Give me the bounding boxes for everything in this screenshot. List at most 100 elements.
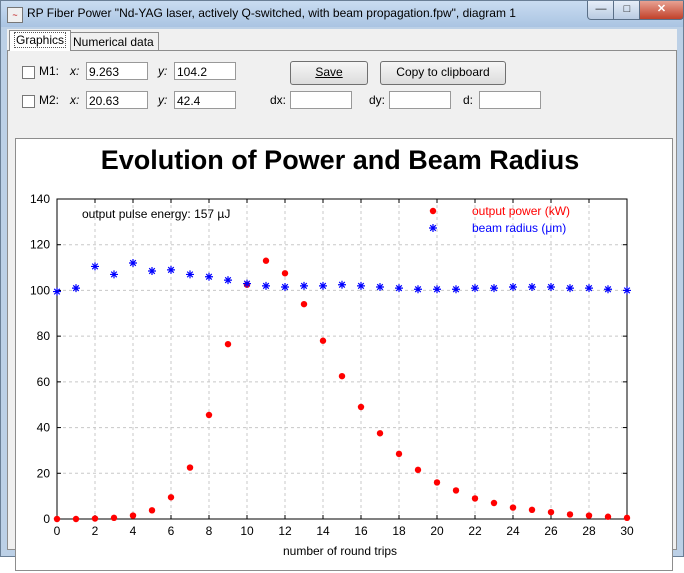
save-button[interactable]: Save	[290, 61, 368, 85]
x-tick-label: 28	[582, 524, 596, 538]
x-tick-label: 10	[240, 524, 254, 538]
output-power-point	[547, 508, 555, 516]
tab-graphics[interactable]: Graphics	[9, 30, 72, 51]
output-power-point	[129, 512, 137, 519]
beam-radius-point	[376, 283, 384, 291]
d-label: d:	[463, 93, 474, 107]
beam-radius-point	[433, 285, 441, 294]
beam-radius-point	[338, 280, 346, 289]
x-tick-label: 22	[468, 524, 482, 538]
x-tick-label: 12	[278, 524, 292, 538]
beam-radius-point	[129, 259, 137, 267]
x-tick-label: 4	[130, 524, 137, 538]
tab-numerical-data[interactable]: Numerical data	[68, 32, 159, 51]
m2-y-label: y:	[158, 93, 168, 107]
beam-radius-point	[205, 272, 213, 281]
y-tick-label: 0	[43, 512, 50, 526]
m1-checkbox[interactable]	[22, 66, 35, 79]
m2-checkbox[interactable]	[22, 95, 35, 108]
output-power-point	[262, 257, 270, 264]
x-tick-label: 20	[430, 524, 444, 538]
output-power-point	[376, 430, 384, 437]
output-power-point	[91, 515, 99, 522]
chart-title: Evolution of Power and Beam Radius	[101, 145, 580, 175]
minimize-button[interactable]: —	[587, 1, 615, 20]
beam-radius-point	[167, 265, 175, 274]
y-tick-label: 140	[30, 192, 50, 206]
output-power-point	[604, 513, 612, 520]
chart-svg[interactable]: Evolution of Power and Beam Radius 0 24 6 8…	[16, 139, 672, 570]
energy-annotation: output pulse energy: 157 µJ	[82, 207, 230, 221]
beam-radius-point	[547, 283, 555, 291]
save-button-label: Save	[315, 65, 343, 79]
beam-radius-point	[281, 283, 289, 291]
chart-area[interactable]: Evolution of Power and Beam Radius 0 24 6 8…	[15, 138, 673, 571]
beam-radius-point	[319, 281, 327, 290]
output-power-point	[281, 270, 289, 277]
ticks-layer: 0 2 4 6 8 10 12 14 16 18 20 22 24 26 28 300204060801001…	[30, 192, 634, 538]
beam-radius-point	[566, 284, 574, 293]
beam-radius-point	[148, 267, 156, 275]
dy-field[interactable]	[389, 91, 451, 109]
output-power-point	[300, 300, 308, 308]
app-window: ~ RP Fiber Power "Nd-YAG laser, actively…	[0, 0, 684, 571]
output-power-point	[395, 450, 403, 458]
m1-x-field[interactable]: 9.263	[86, 62, 148, 80]
output-power-point	[167, 494, 175, 501]
m1-y-field[interactable]: 104.2	[174, 62, 236, 80]
x-tick-label: 16	[354, 524, 368, 538]
output-power-point	[490, 499, 498, 507]
beam-radius-point	[471, 284, 479, 293]
output-power-point	[148, 507, 156, 514]
output-power-series	[53, 257, 631, 523]
copy-to-clipboard-button[interactable]: Copy to clipboard	[380, 61, 506, 85]
m2-x-label: x:	[70, 93, 80, 107]
x-tick-label: 0	[54, 524, 61, 538]
beam-radius-point	[300, 281, 308, 290]
close-button[interactable]: ✕	[639, 1, 684, 20]
output-power-point	[433, 479, 441, 486]
beam-radius-point	[110, 270, 118, 279]
d-field[interactable]	[479, 91, 541, 109]
m1-y-label: y:	[158, 64, 168, 78]
output-power-point	[319, 337, 327, 344]
m2-x-field[interactable]: 20.63	[86, 91, 148, 109]
app-icon: ~	[7, 7, 23, 23]
beam-radius-point	[186, 270, 194, 279]
m1-x-label: x:	[70, 64, 80, 78]
y-tick-label: 40	[37, 421, 51, 435]
output-power-point	[566, 511, 574, 518]
beam-radius-point	[452, 285, 460, 294]
beam-radius-point	[224, 276, 232, 285]
x-axis-label: number of round trips	[283, 544, 397, 558]
beam-radius-point	[604, 285, 612, 294]
output-power-point	[509, 504, 517, 511]
y-tick-label: 80	[37, 329, 51, 343]
window-title: RP Fiber Power "Nd-YAG laser, actively Q…	[27, 6, 516, 20]
beam-radius-point	[585, 284, 593, 293]
beam-radius-point	[262, 281, 270, 290]
client-area: Graphics Numerical data M1: x: 9.263 y: …	[7, 29, 677, 571]
beam-radius-point	[623, 286, 631, 295]
y-tick-label: 60	[37, 375, 51, 389]
legend: output power (kW) beam radius (μm)	[429, 204, 570, 235]
title-bar[interactable]: ~ RP Fiber Power "Nd-YAG laser, actively…	[1, 1, 684, 27]
beam-radius-point	[490, 284, 498, 293]
beam-radius-point	[72, 284, 80, 293]
x-tick-label: 14	[316, 524, 330, 538]
beam-radius-point	[91, 262, 99, 271]
output-power-point	[205, 411, 213, 419]
beam-radius-point	[414, 285, 422, 294]
beam-radius-point	[243, 279, 251, 288]
m2-y-field[interactable]: 42.4	[174, 91, 236, 109]
maximize-button[interactable]: □	[613, 1, 641, 20]
output-power-point	[585, 512, 593, 519]
dy-label: dy:	[369, 93, 386, 107]
dx-field[interactable]	[290, 91, 352, 109]
legend-radius-label: beam radius (μm)	[472, 221, 566, 235]
x-tick-label: 24	[506, 524, 520, 538]
x-tick-label: 6	[168, 524, 175, 538]
beam-radius-point	[395, 284, 403, 293]
x-tick-label: 18	[392, 524, 406, 538]
beam-radius-point	[528, 283, 536, 291]
